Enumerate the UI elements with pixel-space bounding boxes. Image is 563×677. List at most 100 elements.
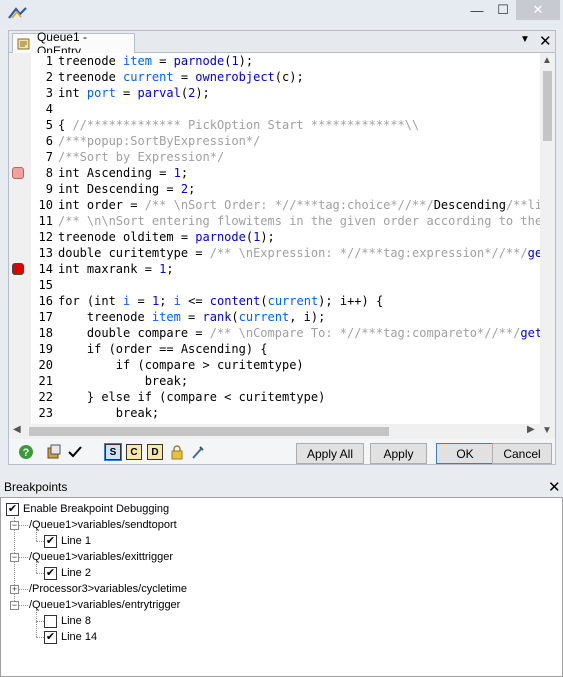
enable-breakpoint-label: Enable Breakpoint Debugging [23,503,170,515]
code-token: ); [260,230,275,244]
code-token: rank [202,310,232,324]
code-line[interactable]: 17 treenode item = rank(current, i); [9,309,540,325]
mode-d-button[interactable]: D [147,444,163,460]
code-token: = [173,70,196,84]
code-token: treenode [58,70,124,84]
line-number: 14 [38,262,53,276]
breakpoint-item[interactable]: Line 8 [44,613,91,629]
breakpoint-group[interactable]: + /Processor3>variables/cycletime [10,581,187,597]
line-number: 11 [38,214,53,228]
collapse-icon[interactable]: − [10,600,19,610]
code-token: 1 [173,166,181,180]
code-token: ; [159,294,174,308]
code-line[interactable]: 7 /**Sort by Expression*/ [9,149,540,165]
code-line[interactable]: 23 break; [9,405,540,421]
code-line[interactable]: 6 /***popup:SortByExpression*/ [9,133,540,149]
horizontal-scroll-thumb[interactable] [29,427,389,436]
breakpoint-item[interactable]: ✔ Line 2 [44,565,91,581]
code-line[interactable]: 14 int maxrank = 1; [9,261,540,277]
scroll-down-icon[interactable]: ▼ [542,425,552,436]
breakpoints-tree: ✔ Enable Breakpoint Debugging −/Queue1>v… [0,497,563,677]
code-line[interactable]: 5 { //************* PickOption Start ****… [9,117,540,133]
apply-all-button[interactable]: Apply All [296,443,364,464]
code-token: treenode olditem = [58,230,196,244]
code-line[interactable]: 3 int port = parval(2); [9,85,540,101]
code-line[interactable]: 15 [9,277,540,293]
code-token: for (int [58,294,124,308]
code-line[interactable]: 22 } else if (compare < curitemtype) [9,389,540,405]
tab-close-icon[interactable]: ✕ [539,32,552,50]
breakpoint-checkbox[interactable]: ✔ [44,566,57,580]
edit-properties-icon[interactable] [46,444,62,460]
breakpoint-item[interactable]: ✔ Line 1 [44,533,91,549]
breakpoint-line-label: Line 2 [61,567,91,579]
code-line[interactable]: 13 double curitemtype = /** \nExpression:… [9,245,540,261]
code-line[interactable]: 4 [9,101,540,117]
line-number: 4 [45,102,53,116]
code-editor-panel: Queue1 - OnEntry ▼ ✕ 1 treenode item = pa… [8,30,556,465]
scroll-up-icon[interactable]: ▲ [542,55,552,66]
code-line[interactable]: 19 if (order == Ascending) { [9,341,540,357]
code-token: current [238,310,290,324]
code-text: } else if (compare < curitemtype) [58,389,325,405]
code-line[interactable]: 8 int Ascending = 1; [9,165,540,181]
help-icon[interactable]: ? [18,444,34,460]
code-text: { //************* PickOption Start *****… [58,117,419,133]
code-token: { [58,118,73,132]
tab-queue1-onentry[interactable]: Queue1 - OnEntry [12,30,135,58]
breakpoint-checkbox[interactable]: ✔ [44,534,57,548]
breakpoint-checkbox[interactable]: ✔ [44,630,57,644]
breakpoint-checkbox[interactable] [44,614,57,628]
lock-icon[interactable] [169,444,185,460]
expand-icon[interactable]: + [10,584,19,594]
eyedropper-icon[interactable] [190,444,206,460]
vertical-scrollbar[interactable]: ▲ ▼ [540,53,555,439]
code-line[interactable]: 16 for (int i = 1; i <= content(current);… [9,293,540,309]
breakpoint-group-path: /Queue1>variables/sendtoport [29,519,177,531]
breakpoint-group-path: /Processor3>variables/cycletime [29,583,188,595]
vertical-scroll-thumb[interactable] [543,71,552,141]
apply-button[interactable]: Apply [370,443,427,464]
code-line[interactable]: 18 double compare = /** \nCompare To: */… [9,325,540,341]
code-token: int [58,86,87,100]
mode-c-button[interactable]: C [126,444,142,460]
code-line[interactable]: 20 if (compare > curitemtype) [9,357,540,373]
code-line[interactable]: 9 int Descending = 2; [9,181,540,197]
breakpoint-marker-icon[interactable] [12,167,24,179]
breakpoints-close-icon[interactable]: ✕ [548,478,561,496]
code-line[interactable]: 1 treenode item = parnode(1); [9,53,540,69]
line-number: 10 [38,198,53,212]
code-token: ); [238,54,254,68]
scroll-right-icon[interactable]: ▶ [527,424,535,435]
code-line[interactable]: 12 treenode olditem = parnode(1); [9,229,540,245]
code-token: get: [527,246,540,260]
cancel-button[interactable]: Cancel [492,443,552,464]
code-line[interactable]: 21 break; [9,373,540,389]
breakpoint-marker-icon[interactable] [12,263,24,275]
enable-breakpoint-debugging[interactable]: ✔ Enable Breakpoint Debugging [6,501,169,517]
mode-s-button[interactable]: S [104,443,122,461]
code-line[interactable]: 2 treenode current = ownerobject(c); [9,69,540,85]
code-text: /***popup:SortByExpression*/ [58,133,260,149]
breakpoint-item[interactable]: ✔ Line 14 [44,629,97,645]
tab-dropdown-icon[interactable]: ▼ [520,34,530,45]
breakpoint-group[interactable]: −/Queue1>variables/exittrigger [10,549,173,565]
breakpoint-group[interactable]: −/Queue1>variables/sendtoport [10,517,177,533]
code-line[interactable]: 10 int order = /** \nSort Order: *//***ta… [9,197,540,213]
collapse-icon[interactable]: − [10,520,19,530]
ok-button[interactable]: OK [436,443,494,464]
maximize-button[interactable]: ☐ [490,0,516,20]
code-text: int Ascending = 1; [58,165,188,181]
horizontal-scrollbar[interactable]: ◀ ▶ [9,424,540,439]
code-token: int Descending = [58,182,181,196]
minimize-button[interactable]: — [464,0,490,20]
close-window-button[interactable]: ✕ [516,0,560,20]
collapse-icon[interactable]: − [10,552,19,562]
scroll-left-icon[interactable]: ◀ [13,424,21,435]
code-line[interactable]: 11 /** \n\nSort entering flowitems in the… [9,213,540,229]
code-text: int port = parval(2); [58,85,210,101]
code-token: ( [245,230,254,244]
code-area[interactable]: 1 treenode item = parnode(1); 2 treenode cu… [9,53,540,439]
enable-breakpoint-checkbox[interactable]: ✔ [6,502,19,516]
checkmark-icon[interactable] [67,444,83,460]
